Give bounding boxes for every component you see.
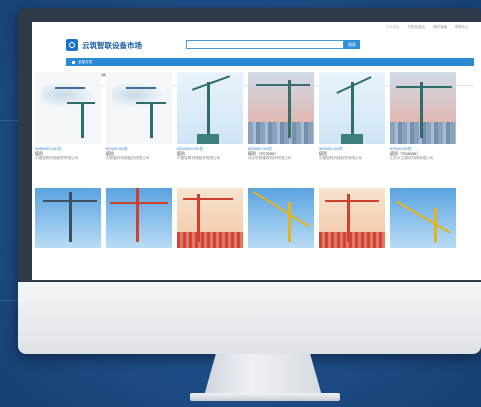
product-card[interactable]: ¥323000.00/台 塔吊 中建智联机械租赁有限公司 xyxy=(177,72,243,184)
search-button[interactable]: 搜索 xyxy=(344,40,360,49)
category-nav: 全部分类 xyxy=(66,58,474,66)
product-card[interactable] xyxy=(248,188,314,248)
product-image[interactable] xyxy=(319,72,385,144)
search-input[interactable] xyxy=(186,40,344,49)
search-bar: 搜索 xyxy=(186,40,360,49)
product-card[interactable]: ¥60000.00/台 塔吊（TC7030） 远大机械建筑机械有限公司 xyxy=(248,72,314,184)
top-link-personal-center[interactable]: 个人中心 xyxy=(386,25,400,30)
product-image[interactable] xyxy=(390,188,456,248)
product-image[interactable] xyxy=(177,188,243,248)
product-image[interactable] xyxy=(248,188,314,248)
product-company: 中建智联机械租赁有限公司 xyxy=(35,156,79,160)
crane-logo-icon[interactable] xyxy=(66,39,78,51)
product-card[interactable] xyxy=(106,188,172,248)
product-company: 山东大汉建设机械有限公司 xyxy=(390,156,434,160)
monitor-stand-base xyxy=(190,393,340,401)
product-grid: ¥380000.00/台 塔吊 中建智联机械租赁有限公司 ¥2000.00/台 … xyxy=(35,72,456,248)
site-logo-text[interactable]: 云筑智联设备市场 xyxy=(82,40,142,51)
product-card[interactable] xyxy=(319,188,385,248)
product-image[interactable] xyxy=(319,188,385,248)
product-card[interactable]: ¥3000.00/台 塔吊（TC6030） 山东大汉建设机械有限公司 xyxy=(390,72,456,184)
product-image[interactable] xyxy=(390,72,456,144)
product-image[interactable] xyxy=(177,72,243,144)
monitor-chin xyxy=(18,282,481,354)
product-image[interactable] xyxy=(106,188,172,248)
product-image[interactable] xyxy=(248,72,314,144)
product-company: 中建智联机械租赁有限公司 xyxy=(319,156,363,160)
top-links-bar: 个人中心 已购买商品 我的收藏 帮助中心 xyxy=(32,22,481,32)
monitor-stand-neck xyxy=(204,354,322,396)
product-card[interactable] xyxy=(177,188,243,248)
product-card[interactable]: ¥2000.00/台 塔吊 中联重科机械租赁有限公司 xyxy=(106,72,172,184)
site-header: 云筑智联设备市场 搜索 xyxy=(32,32,481,58)
product-card[interactable]: ¥380000.00/台 塔吊 中建智联机械租赁有限公司 xyxy=(35,72,101,184)
menu-icon xyxy=(72,60,75,64)
product-image[interactable] xyxy=(35,72,101,144)
product-image[interactable] xyxy=(35,188,101,248)
top-link-favorites[interactable]: 我的收藏 xyxy=(433,25,447,30)
top-link-help[interactable]: 帮助中心 xyxy=(455,25,469,30)
product-card[interactable]: ¥52000.00/台 塔吊 中建智联机械租赁有限公司 xyxy=(319,72,385,184)
product-card[interactable] xyxy=(390,188,456,248)
product-company: 远大机械建筑机械有限公司 xyxy=(248,156,292,160)
product-company: 中联重科机械租赁有限公司 xyxy=(106,156,150,160)
product-card[interactable] xyxy=(35,188,101,248)
product-image[interactable] xyxy=(106,72,172,144)
top-link-purchased[interactable]: 已购买商品 xyxy=(408,25,426,30)
product-company: 中建智联机械租赁有限公司 xyxy=(177,156,221,160)
nav-all-categories[interactable]: 全部分类 xyxy=(78,60,92,65)
